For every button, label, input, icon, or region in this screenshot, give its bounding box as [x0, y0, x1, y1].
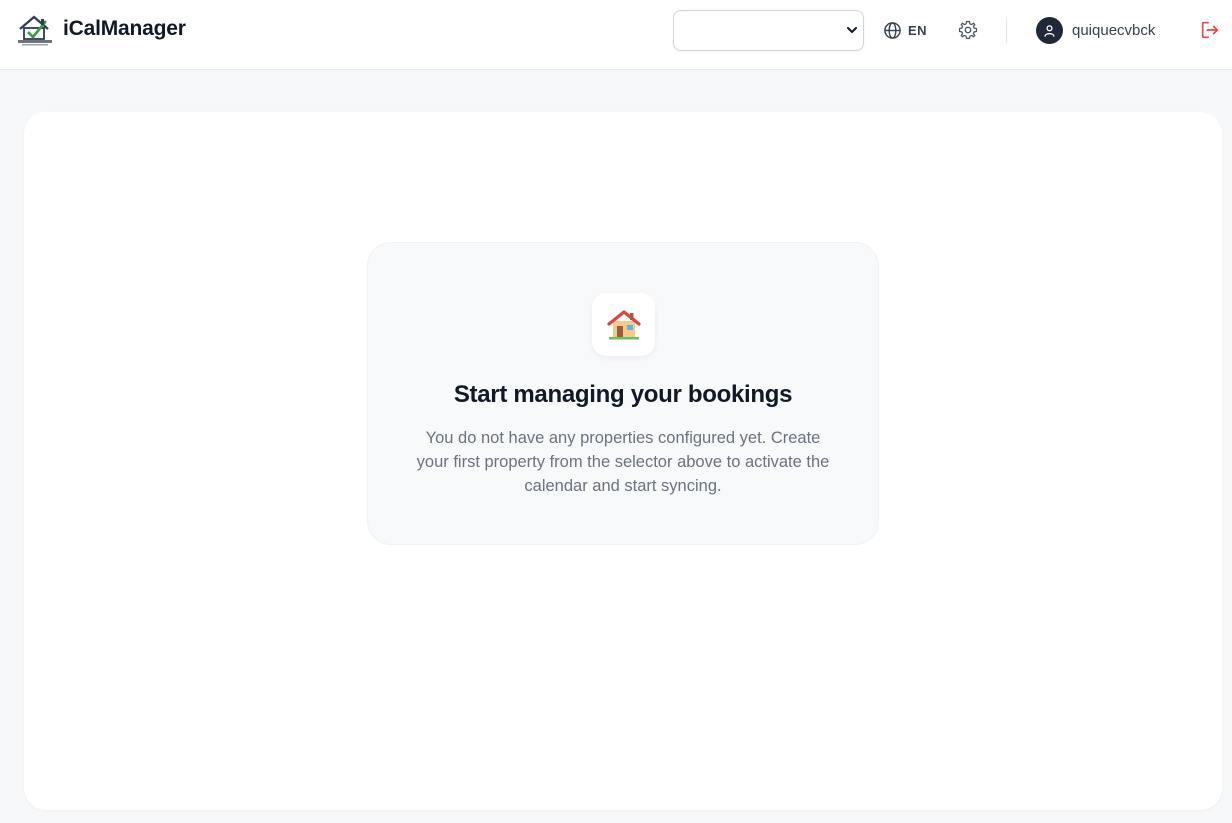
username: quiquecvbck: [1072, 21, 1156, 39]
language-switcher[interactable]: EN: [883, 19, 927, 41]
house-icon: [606, 309, 641, 339]
app-logo[interactable]: [16, 13, 54, 47]
main-content-card: Start managing your bookings You do not …: [24, 112, 1222, 810]
empty-state-panel: Start managing your bookings You do not …: [367, 242, 879, 545]
logout-button[interactable]: [1199, 19, 1221, 41]
user-menu[interactable]: quiquecvbck: [1036, 16, 1155, 44]
header-divider: [1006, 17, 1007, 43]
logout-icon: [1201, 21, 1219, 39]
chevron-down-icon: [847, 27, 857, 33]
app-title[interactable]: iCalManager: [63, 17, 186, 41]
top-navigation-bar: iCalManager EN quiquecvbck: [0, 0, 1232, 70]
globe-icon: [884, 21, 901, 39]
gear-icon: [958, 20, 978, 40]
avatar: [1036, 16, 1063, 44]
empty-state-icon-box: [592, 293, 655, 356]
empty-state-description: You do not have any properties configure…: [416, 429, 830, 495]
property-select[interactable]: [673, 10, 864, 51]
user-icon: [1044, 24, 1055, 37]
empty-state-title: Start managing your bookings: [453, 381, 793, 408]
language-label: EN: [908, 22, 927, 38]
settings-button[interactable]: [957, 19, 979, 41]
